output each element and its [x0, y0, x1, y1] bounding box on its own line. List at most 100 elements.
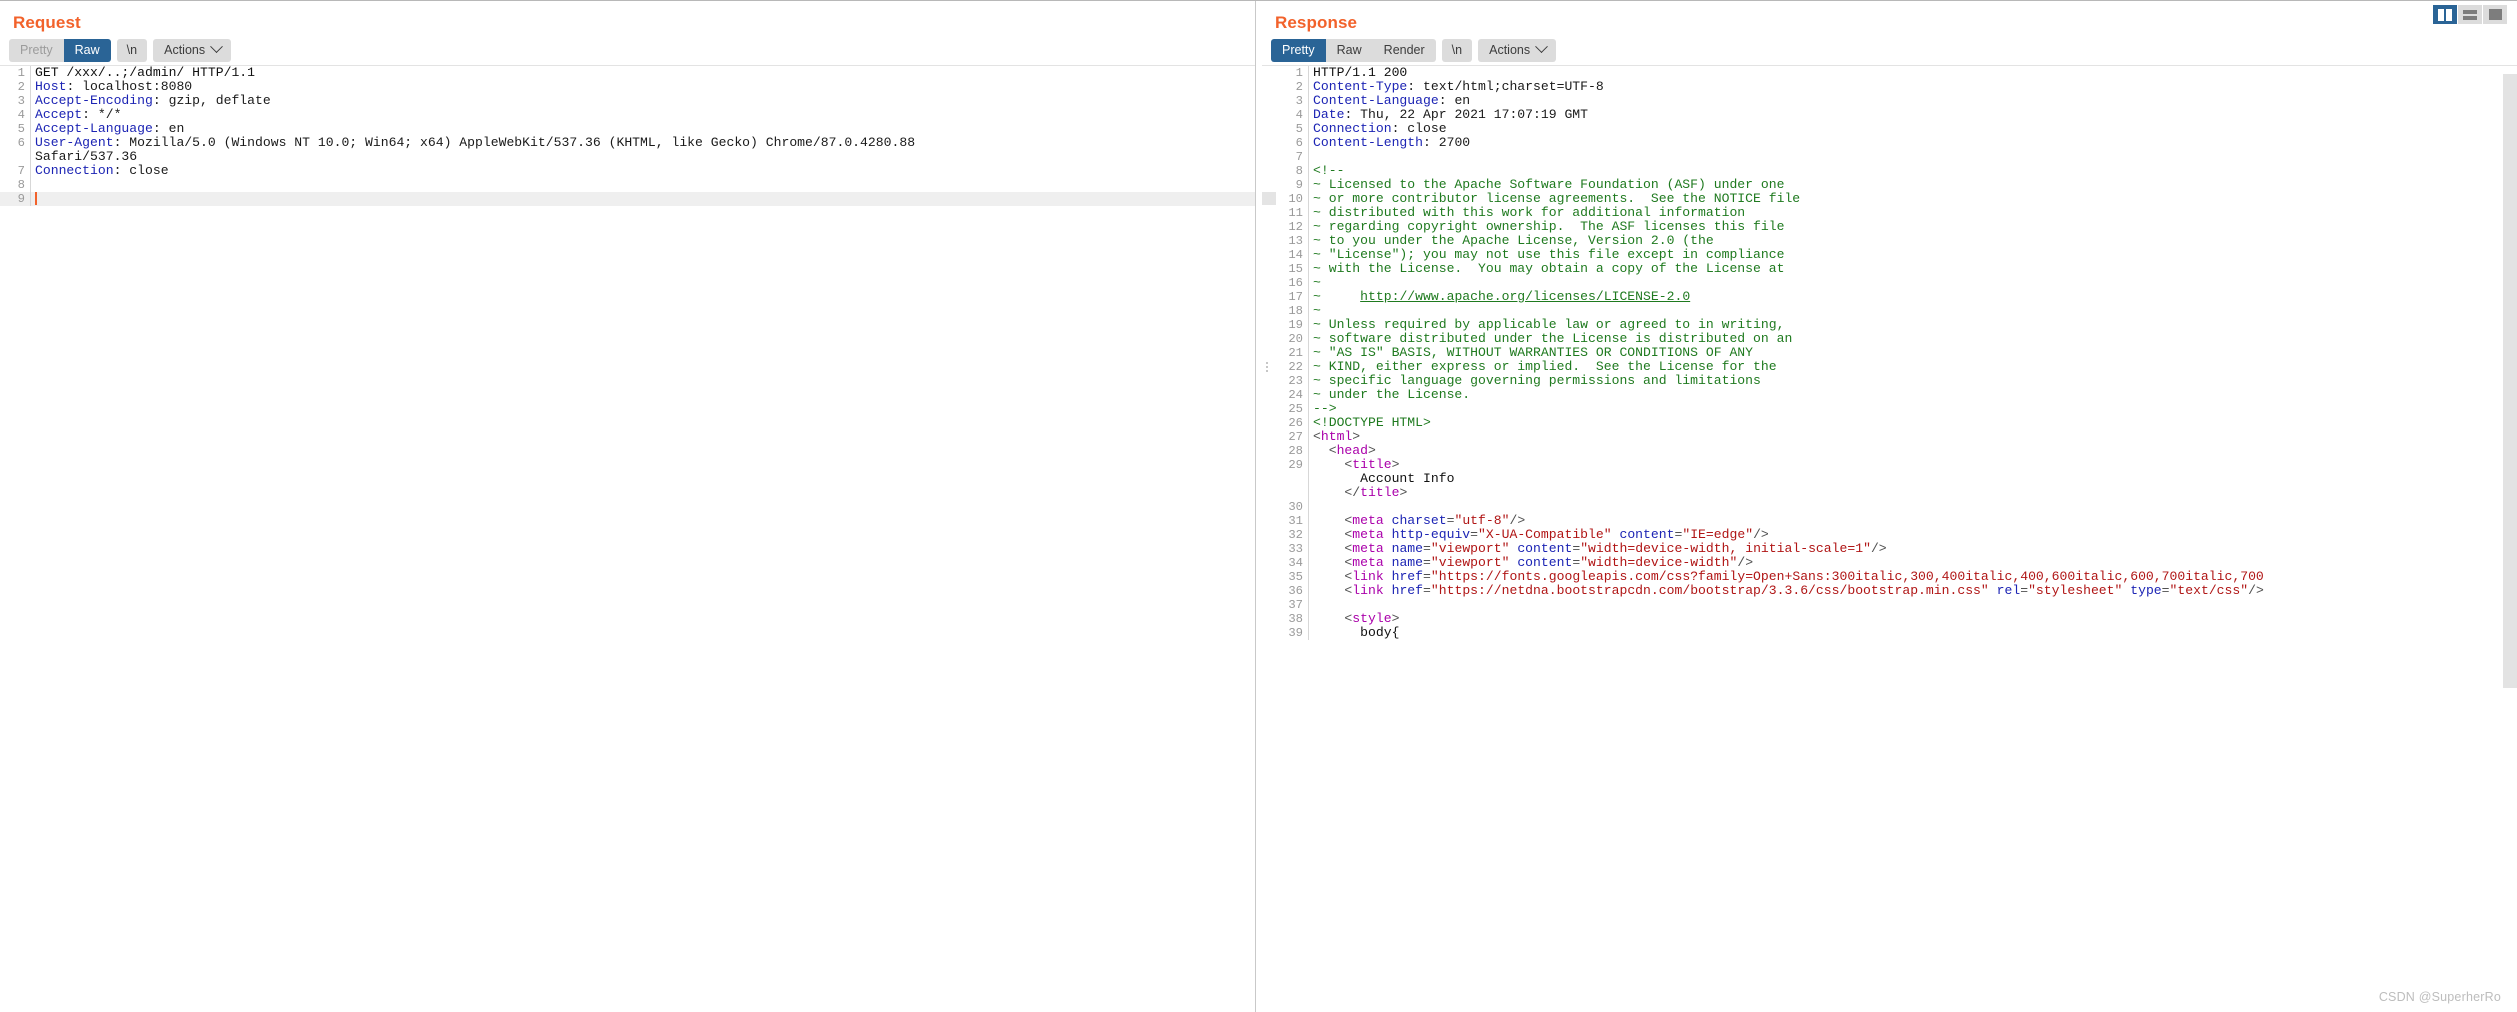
code-line: 16 ~: [1262, 276, 2517, 290]
code-line: 38 <style>: [1262, 612, 2517, 626]
code-token: Content-Language: [1313, 94, 1439, 108]
code-token: "viewport": [1430, 556, 1510, 570]
code-line-text: -->: [1309, 402, 2517, 416]
response-code-editor[interactable]: 1 HTTP/1.1 200 2 Content-Type: text/html;ch…: [1262, 66, 2517, 1012]
code-line-text: <style>: [1309, 612, 2517, 626]
code-token: meta: [1352, 528, 1384, 542]
code-line: 3 Content-Language: en: [1262, 94, 2517, 108]
response-editor-area[interactable]: 1 HTTP/1.1 200 2 Content-Type: text/html;ch…: [1262, 65, 2517, 1012]
line-number: 7: [17, 164, 25, 178]
code-line: Safari/537.36: [0, 150, 1255, 164]
code-token: type: [2130, 584, 2162, 598]
code-line-text: Date: Thu, 22 Apr 2021 17:07:19 GMT: [1309, 108, 2517, 122]
code-line-text: ~ specific language governing permission…: [1309, 374, 2517, 388]
code-token: >: [1368, 444, 1376, 458]
response-scrollbar-thumb[interactable]: [2503, 74, 2517, 688]
code-token: ~: [1313, 304, 1321, 318]
code-line-text: Safari/537.36: [31, 150, 1255, 164]
request-tab-raw[interactable]: Raw: [63, 38, 111, 62]
request-editor-area[interactable]: 1 GET /xxx/..;/admin/ HTTP/1.1 2 Host: loca…: [0, 65, 1255, 1012]
single-pane-layout-button[interactable]: [2483, 5, 2507, 24]
code-token: >: [1391, 612, 1400, 626]
code-line-text: Account Info: [1309, 472, 2517, 486]
line-number: 1: [17, 66, 25, 80]
code-token: />: [2248, 584, 2264, 598]
code-line: 24 ~ under the License.: [1262, 388, 2517, 402]
code-token: html: [1320, 430, 1353, 444]
line-number: 19: [1288, 318, 1303, 332]
text-caret: [35, 192, 37, 205]
code-line-text: GET /xxx/..;/admin/ HTTP/1.1: [31, 66, 1255, 80]
stacked-layout-icon: [2463, 9, 2477, 20]
code-line-text: Accept: */*: [31, 108, 1255, 122]
line-number: 7: [1295, 150, 1303, 164]
request-view-tabs: Pretty Raw: [9, 38, 111, 62]
line-number: 4: [17, 108, 25, 122]
stacked-layout-button[interactable]: [2458, 5, 2482, 24]
code-token: Account Info: [1313, 472, 1455, 486]
code-token: ~ KIND, either express or implied. See t…: [1313, 360, 1777, 374]
code-line: 14 ~ "License"); you may not use this fil…: [1262, 248, 2517, 262]
code-token: Safari/537.36: [35, 150, 138, 164]
code-line: 33 <meta name="viewport" content="width=…: [1262, 542, 2517, 556]
code-line: 31 <meta charset="utf-8"/>: [1262, 514, 2517, 528]
chevron-down-icon: [1535, 40, 1548, 54]
code-token: <!--: [1313, 164, 1345, 178]
code-line: 28 <head>: [1262, 444, 2517, 458]
code-line: 32 <meta http-equiv="X-UA-Compatible" co…: [1262, 528, 2517, 542]
window-top-rule: [0, 0, 2517, 1]
response-panel: Response Pretty Raw Render \n Actions 1 HTT…: [1262, 0, 2517, 1012]
code-token: "viewport": [1430, 542, 1510, 556]
request-actions-button[interactable]: Actions: [153, 38, 232, 62]
line-number: 22: [1288, 360, 1303, 374]
line-number: 8: [17, 178, 25, 192]
response-tab-render[interactable]: Render: [1372, 38, 1436, 62]
code-line: </title>: [1262, 486, 2517, 500]
request-newline-button[interactable]: \n: [116, 38, 148, 62]
code-line-text: ~ software distributed under the License…: [1309, 332, 2517, 346]
line-number: 5: [1295, 122, 1303, 136]
request-tab-pretty[interactable]: Pretty: [9, 38, 64, 62]
request-panel: Request Pretty Raw \n Actions 1 GET /xxx/.…: [0, 0, 1255, 1012]
code-line-text: ~ or more contributor license agreements…: [1309, 192, 2517, 206]
code-line-text: <html>: [1309, 430, 2517, 444]
line-number: 27: [1288, 430, 1303, 444]
code-line-text: <meta name="viewport" content="width=dev…: [1309, 542, 2517, 556]
code-line: 26 <!DOCTYPE HTML>: [1262, 416, 2517, 430]
code-token: =: [2020, 584, 2029, 598]
gutter-dots-marker: [1265, 360, 1268, 373]
gutter-rule: [30, 178, 31, 192]
response-actions-button[interactable]: Actions: [1478, 38, 1557, 62]
code-line: 20 ~ software distributed under the Licen…: [1262, 332, 2517, 346]
response-tab-raw[interactable]: Raw: [1325, 38, 1373, 62]
response-panel-title: Response: [1275, 13, 1358, 32]
code-token: <: [1313, 458, 1353, 472]
code-token: : gzip, deflate: [152, 94, 271, 108]
code-token: GET /xxx/..;/admin/ HTTP/1.1: [35, 66, 256, 80]
code-token: "width=device-width, initial-scale=1": [1580, 542, 1871, 556]
code-line-text: <title>: [1309, 458, 2517, 472]
code-token: "stylesheet": [2028, 584, 2123, 598]
code-line: Account Info: [1262, 472, 2517, 486]
request-toolbar: Pretty Raw \n Actions: [0, 36, 1255, 65]
line-number: 37: [1288, 598, 1303, 612]
response-vertical-scrollbar[interactable]: [2501, 66, 2517, 1012]
code-token: >: [1391, 458, 1400, 472]
panel-splitter[interactable]: [1255, 0, 1262, 1012]
code-line-text: <!DOCTYPE HTML>: [1309, 416, 2517, 430]
request-code-editor[interactable]: 1 GET /xxx/..;/admin/ HTTP/1.1 2 Host: loca…: [0, 66, 1255, 1012]
code-token: ~ "License"); you may not use this file …: [1313, 248, 1785, 262]
code-line: 29 <title>: [1262, 458, 2517, 472]
code-line-text: ~: [1309, 276, 2517, 290]
code-line-text: ~ to you under the Apache License, Versi…: [1309, 234, 2517, 248]
code-token: head: [1336, 444, 1369, 458]
response-tab-pretty[interactable]: Pretty: [1271, 38, 1326, 62]
response-newline-button[interactable]: \n: [1441, 38, 1473, 62]
code-token: =: [1423, 584, 1431, 598]
code-token: meta: [1352, 514, 1384, 528]
line-number: 34: [1288, 556, 1303, 570]
response-actions-label: Actions: [1489, 42, 1531, 57]
side-by-side-layout-button[interactable]: [2433, 5, 2457, 24]
